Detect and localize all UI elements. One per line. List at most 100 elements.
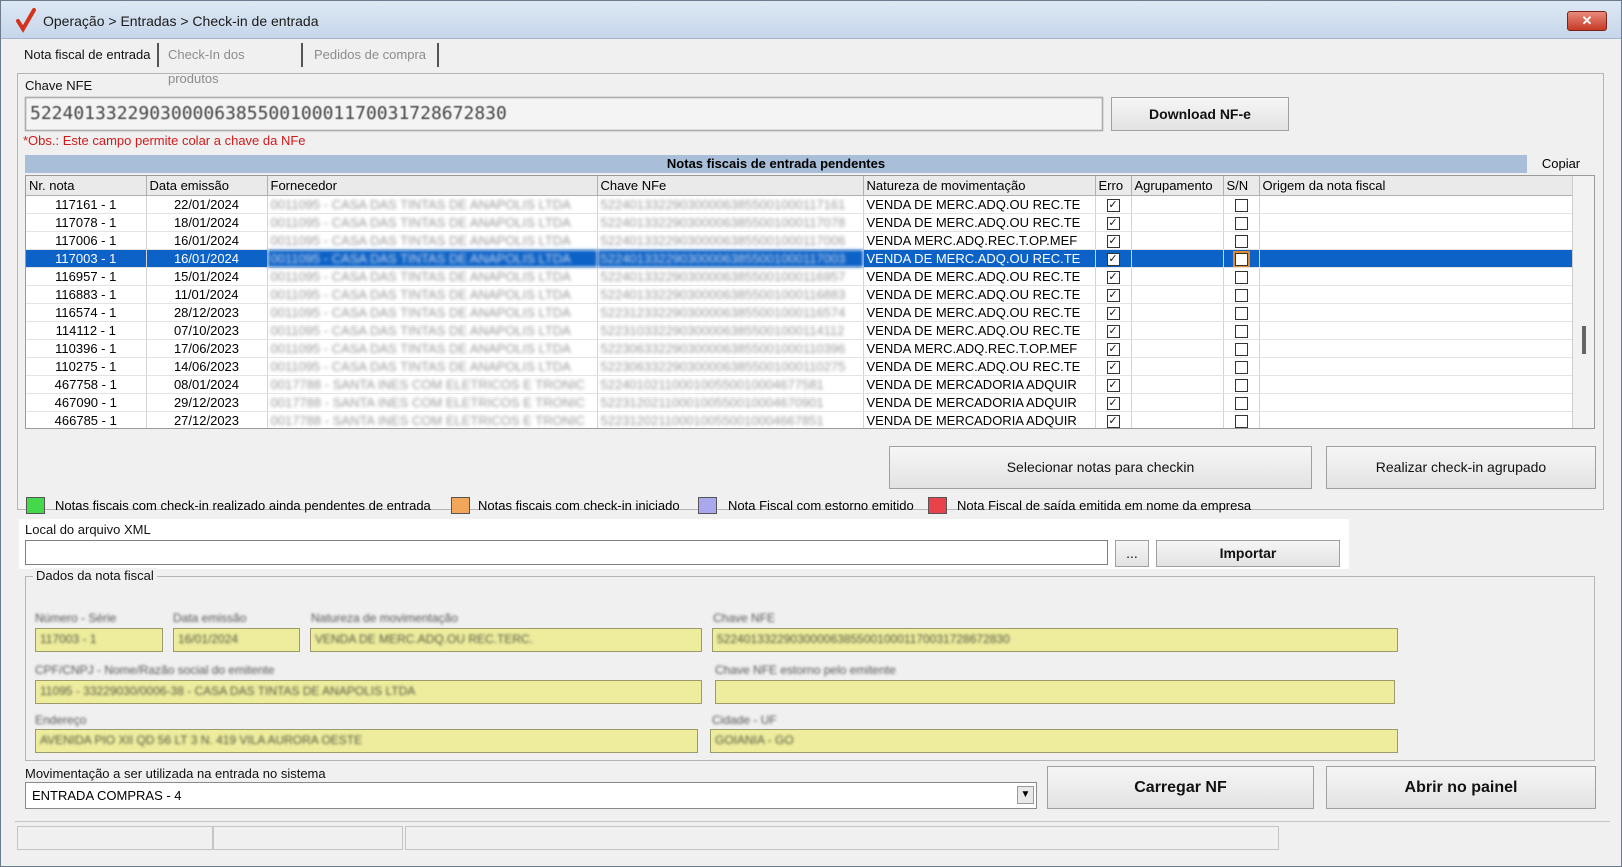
col-header-chave-nfe[interactable]: Chave NFe xyxy=(597,176,864,196)
erro-checkbox[interactable]: ✓ xyxy=(1106,198,1120,212)
col-header-fornecedor[interactable]: Fornecedor xyxy=(267,176,598,196)
cell-agrupamento xyxy=(1131,375,1224,394)
cell-data-emissao: 22/01/2024 xyxy=(146,195,268,214)
cell-erro: ✓ xyxy=(1095,357,1132,376)
sn-checkbox[interactable] xyxy=(1234,324,1248,338)
tab-nota-fiscal-de-entrada[interactable]: Nota fiscal de entrada xyxy=(19,43,159,67)
table-row[interactable]: 116957 - 1 15/01/2024 0011095 - CASA DAS T… xyxy=(26,267,1573,286)
erro-checkbox[interactable]: ✓ xyxy=(1106,378,1120,392)
cell-agrupamento xyxy=(1131,411,1224,428)
endereco-field: AVENIDA PIO XII QD 56 LT 3 N. 419 VILA A… xyxy=(35,729,698,753)
abrir-no-painel-button[interactable]: Abrir no painel xyxy=(1326,766,1596,809)
sn-checkbox[interactable] xyxy=(1234,306,1248,320)
col-header-agrupamento[interactable]: Agrupamento xyxy=(1131,176,1224,196)
chevron-down-icon[interactable]: ▼ xyxy=(1017,786,1034,804)
erro-checkbox[interactable]: ✓ xyxy=(1106,414,1120,428)
erro-checkbox[interactable]: ✓ xyxy=(1106,288,1120,302)
sn-checkbox[interactable] xyxy=(1234,378,1248,392)
cell-chave-nfe: 5223120211000100550010004667851 xyxy=(597,411,864,428)
erro-checkbox[interactable]: ✓ xyxy=(1106,216,1120,230)
tab-check-in-dos-produtos[interactable]: Check-In dos produtos xyxy=(163,43,303,86)
cell-nr-nota: 110275 - 1 xyxy=(26,357,147,376)
sn-checkbox[interactable] xyxy=(1234,342,1248,356)
cidade-value: GOIANIA - GO xyxy=(715,733,794,747)
sn-checkbox[interactable] xyxy=(1234,396,1248,410)
sn-checkbox[interactable] xyxy=(1234,234,1248,248)
table-row[interactable]: 117003 - 1 16/01/2024 0011095 - CASA DAS T… xyxy=(26,249,1573,268)
cell-sn xyxy=(1223,231,1260,250)
copy-button[interactable]: Copiar xyxy=(1528,155,1594,173)
col-header-nr-nota[interactable]: Nr. nota xyxy=(26,176,147,196)
erro-checkbox[interactable]: ✓ xyxy=(1106,252,1120,266)
cell-natureza: VENDA DE MERC.ADQ.OU REC.TE xyxy=(863,267,1096,286)
download-nfe-button[interactable]: Download NF-e xyxy=(1111,97,1289,131)
table-row[interactable]: 114112 - 1 07/10/2023 0011095 - CASA DAS T… xyxy=(26,321,1573,340)
col-header-origem[interactable]: Origem da nota fiscal xyxy=(1259,176,1573,196)
table-row[interactable]: 466785 - 1 27/12/2023 0017788 - SANTA INES… xyxy=(26,411,1573,428)
erro-checkbox[interactable]: ✓ xyxy=(1106,306,1120,320)
cell-fornecedor: 0011095 - CASA DAS TINTAS DE ANAPOLIS LT… xyxy=(267,357,598,376)
cell-nr-nota: 117006 - 1 xyxy=(26,231,147,250)
col-header-natureza[interactable]: Natureza de movimentação xyxy=(863,176,1096,196)
status-cell-3 xyxy=(405,826,1279,850)
cell-agrupamento xyxy=(1131,339,1224,358)
table-row[interactable]: 116883 - 1 11/01/2024 0011095 - CASA DAS T… xyxy=(26,285,1573,304)
cell-sn xyxy=(1223,375,1260,394)
erro-checkbox[interactable]: ✓ xyxy=(1106,324,1120,338)
cell-agrupamento xyxy=(1131,303,1224,322)
table-row[interactable]: 110396 - 1 17/06/2023 0011095 - CASA DAS T… xyxy=(26,339,1573,358)
xml-path-input[interactable] xyxy=(25,540,1108,565)
sn-checkbox[interactable] xyxy=(1234,270,1248,284)
grid-vertical-scrollbar[interactable] xyxy=(1572,176,1594,428)
sn-checkbox[interactable] xyxy=(1234,414,1248,428)
browse-button[interactable]: ... xyxy=(1115,540,1149,567)
sn-checkbox[interactable] xyxy=(1234,288,1248,302)
cell-nr-nota: 467758 - 1 xyxy=(26,375,147,394)
select-notes-button[interactable]: Selecionar notas para checkin xyxy=(889,446,1312,489)
movimentacao-select[interactable]: ENTRADA COMPRAS - 4 ▼ xyxy=(25,782,1037,809)
cell-fornecedor: 0011095 - CASA DAS TINTAS DE ANAPOLIS LT… xyxy=(267,231,598,250)
table-row[interactable]: 110275 - 1 14/06/2023 0011095 - CASA DAS T… xyxy=(26,357,1573,376)
cell-erro: ✓ xyxy=(1095,231,1132,250)
cell-origem xyxy=(1259,303,1573,322)
endereco-value: AVENIDA PIO XII QD 56 LT 3 N. 419 VILA A… xyxy=(40,733,363,747)
table-row[interactable]: 117161 - 1 22/01/2024 0011095 - CASA DAS T… xyxy=(26,195,1573,214)
erro-checkbox[interactable]: ✓ xyxy=(1106,342,1120,356)
sn-checkbox[interactable] xyxy=(1232,250,1250,266)
col-header-sn[interactable]: S/N xyxy=(1223,176,1260,196)
chave-nfe-input[interactable]: 5224013322903000063855001000117003172867… xyxy=(25,97,1103,131)
cell-nr-nota: 116574 - 1 xyxy=(26,303,147,322)
cell-natureza: VENDA DE MERC.ADQ.OU REC.TE xyxy=(863,303,1096,322)
sn-checkbox[interactable] xyxy=(1234,198,1248,212)
tab-pedidos-de-compra[interactable]: Pedidos de compra xyxy=(309,43,439,67)
table-row[interactable]: 467090 - 1 29/12/2023 0017788 - SANTA INES… xyxy=(26,393,1573,412)
grouped-checkin-button[interactable]: Realizar check-in agrupado xyxy=(1326,446,1596,489)
cell-agrupamento xyxy=(1131,393,1224,412)
table-row[interactable]: 116574 - 1 28/12/2023 0011095 - CASA DAS T… xyxy=(26,303,1573,322)
table-row[interactable]: 117078 - 1 18/01/2024 0011095 - CASA DAS T… xyxy=(26,213,1573,232)
col-header-erro[interactable]: Erro xyxy=(1095,176,1132,196)
cell-sn xyxy=(1223,357,1260,376)
cell-origem xyxy=(1259,285,1573,304)
natureza-label: Natureza de movimentação xyxy=(311,611,458,625)
cell-natureza: VENDA DE MERC.ADQ.OU REC.TE xyxy=(863,285,1096,304)
data-value: 16/01/2024 xyxy=(178,632,239,646)
sn-checkbox[interactable] xyxy=(1234,360,1248,374)
col-header-data-emissao[interactable]: Data emissão xyxy=(146,176,268,196)
cell-nr-nota: 116883 - 1 xyxy=(26,285,147,304)
cidade-field: GOIANIA - GO xyxy=(710,729,1398,753)
cell-nr-nota: 117161 - 1 xyxy=(26,195,147,214)
carregar-nf-button[interactable]: Carregar NF xyxy=(1047,766,1314,809)
erro-checkbox[interactable]: ✓ xyxy=(1106,270,1120,284)
table-row[interactable]: 117006 - 1 16/01/2024 0011095 - CASA DAS T… xyxy=(26,231,1573,250)
erro-checkbox[interactable]: ✓ xyxy=(1106,234,1120,248)
close-button[interactable]: ✕ xyxy=(1567,11,1607,31)
movimentacao-selected-value: ENTRADA COMPRAS - 4 xyxy=(32,788,182,803)
erro-checkbox[interactable]: ✓ xyxy=(1106,396,1120,410)
cidade-label: Cidade - UF xyxy=(712,713,777,727)
table-row[interactable]: 467758 - 1 08/01/2024 0017788 - SANTA INES… xyxy=(26,375,1573,394)
grid-scroll-thumb[interactable] xyxy=(1582,326,1586,354)
sn-checkbox[interactable] xyxy=(1234,216,1248,230)
import-button[interactable]: Importar xyxy=(1156,540,1340,567)
erro-checkbox[interactable]: ✓ xyxy=(1106,360,1120,374)
